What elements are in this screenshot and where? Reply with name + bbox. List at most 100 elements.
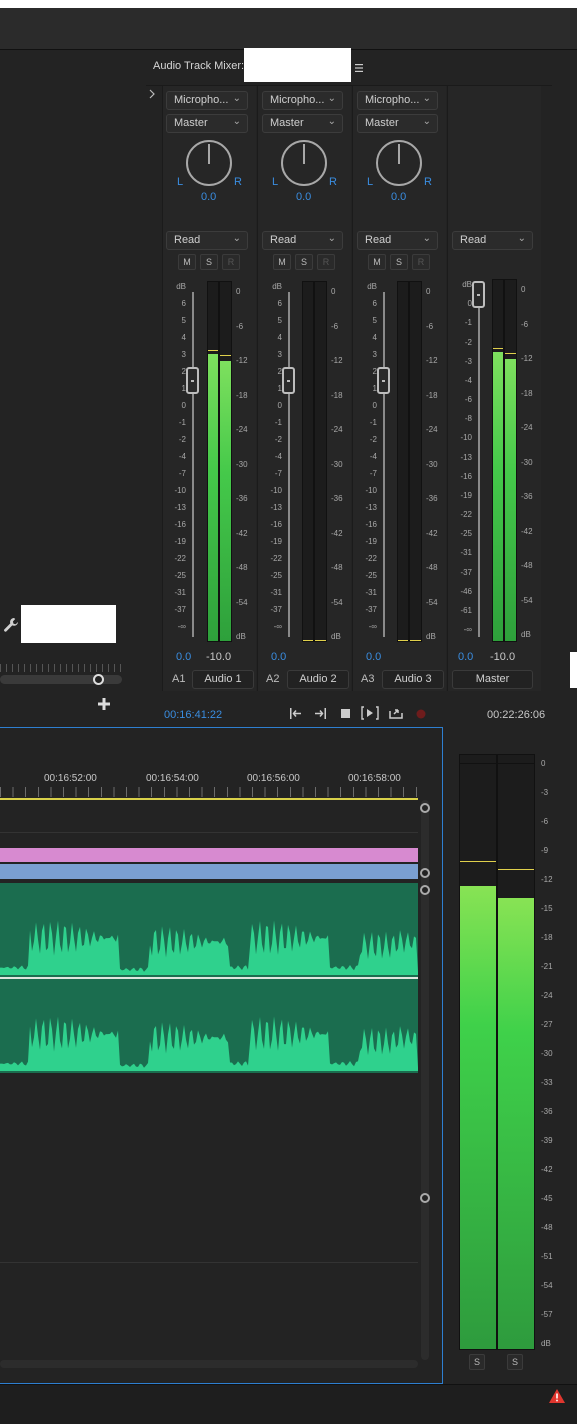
loop-icon[interactable] — [388, 706, 404, 720]
current-timecode[interactable]: 00:16:41:22 — [164, 709, 222, 721]
record-enable-button[interactable]: R — [222, 254, 240, 270]
pan-knob[interactable] — [186, 140, 232, 186]
chevron-down-icon: ⌄ — [422, 93, 431, 104]
scale-label: -22 — [174, 554, 186, 563]
warning-icon[interactable] — [548, 1388, 566, 1404]
meter-right-level — [220, 360, 231, 641]
input-select[interactable]: Micropho... ⌄ — [357, 91, 438, 110]
meter-right — [504, 279, 517, 642]
play-in-to-out-icon[interactable] — [361, 706, 379, 720]
pan-value[interactable]: 0.0 — [296, 191, 311, 203]
automation-mode-value: Read — [365, 234, 392, 246]
zoom-handle[interactable] — [93, 674, 104, 685]
peak-hold-right — [498, 869, 534, 870]
go-to-in-icon[interactable] — [289, 707, 303, 720]
app-window: Audio Track Mixer: Micropho... ⌄ Master ⌄ … — [0, 0, 577, 1424]
track-name-field[interactable]: Master — [452, 670, 533, 689]
output-select[interactable]: Master ⌄ — [357, 114, 438, 133]
work-area-bar[interactable] — [0, 798, 418, 800]
solo-button[interactable]: S — [295, 254, 313, 270]
scale-label: -61 — [460, 606, 472, 615]
video-clip-blue[interactable] — [0, 864, 418, 879]
mute-button[interactable]: M — [273, 254, 291, 270]
mute-button[interactable]: M — [368, 254, 386, 270]
scale-label: -12 — [331, 356, 343, 365]
scroll-handle-top[interactable] — [420, 803, 430, 813]
pan-value[interactable]: 0.0 — [391, 191, 406, 203]
automation-mode-select[interactable]: Read ⌄ — [452, 231, 533, 250]
input-select[interactable]: Micropho... ⌄ — [166, 91, 248, 110]
scale-label: -54 — [331, 598, 343, 607]
horizontal-scrollbar[interactable] — [0, 1360, 418, 1368]
video-clip-pink[interactable] — [0, 848, 418, 862]
plus-icon[interactable] — [97, 697, 111, 711]
solo-right-button[interactable]: S — [507, 1354, 523, 1370]
wrench-icon[interactable] — [3, 617, 19, 633]
scale-label: 0 — [521, 285, 526, 294]
input-select[interactable]: Micropho... ⌄ — [262, 91, 343, 110]
scale-label: -33 — [541, 1078, 553, 1087]
fader-scale: dB 6 5 4 3 2 1 0 -1 -2 -4 -7 -10 -13 -16 -19 -22 -25 -31 -3… — [266, 283, 282, 633]
top-toolbar — [0, 8, 577, 50]
vertical-scrollbar[interactable] — [421, 800, 429, 1360]
go-to-out-icon[interactable] — [313, 707, 327, 720]
pan-knob[interactable] — [376, 140, 422, 186]
mute-button[interactable]: M — [178, 254, 196, 270]
master-fader-scale: dB 0 -1 -2 -3 -4 -6 -8 -10 -13 -16 -19 -22 -25 -31 -37 -… — [456, 281, 472, 634]
automation-mode-select[interactable]: Read ⌄ — [166, 231, 248, 250]
scale-label: 0 — [467, 299, 472, 308]
pan-knob[interactable] — [281, 140, 327, 186]
scale-label: -7 — [369, 469, 377, 478]
volume-value[interactable]: 0.0 — [366, 651, 381, 663]
meter-scale: 0 -6 -12 -18 -24 -30 -36 -42 -48 -54 dB — [236, 287, 254, 641]
record-enable-button[interactable]: R — [412, 254, 430, 270]
scale-label: -36 — [541, 1107, 553, 1116]
scale-label: 1 — [277, 384, 282, 393]
time-ruler-ticks — [0, 787, 418, 797]
scroll-handle[interactable] — [420, 1193, 430, 1203]
track-name-field[interactable]: Audio 1 — [192, 670, 254, 689]
output-select[interactable]: Master ⌄ — [262, 114, 343, 133]
solo-button[interactable]: S — [200, 254, 218, 270]
solo-button[interactable]: S — [390, 254, 408, 270]
automation-mode-select[interactable]: Read ⌄ — [262, 231, 343, 250]
fader-scale: dB 6 5 4 3 2 1 0 -1 -2 -4 -7 -10 -13 -16 -19 -22 -25 -31 -3… — [361, 283, 377, 633]
volume-value[interactable]: 0.0 — [271, 651, 286, 663]
volume-value[interactable]: 0.0 — [458, 651, 473, 663]
volume-fader[interactable] — [377, 367, 390, 394]
automation-mode-value: Read — [270, 234, 297, 246]
output-select-value: Master — [270, 117, 304, 129]
automation-mode-select[interactable]: Read ⌄ — [357, 231, 438, 250]
record-icon[interactable] — [416, 709, 426, 719]
scroll-handle[interactable] — [420, 885, 430, 895]
scroll-handle[interactable] — [420, 868, 430, 878]
record-enable-button[interactable]: R — [317, 254, 335, 270]
track-name-field[interactable]: Audio 2 — [287, 670, 349, 689]
scale-label: 0 — [236, 287, 241, 296]
scale-label: -31 — [174, 588, 186, 597]
chevron-down-icon: ⌄ — [422, 233, 431, 244]
solo-left-button[interactable]: S — [469, 1354, 485, 1370]
pan-value[interactable]: 0.0 — [201, 191, 216, 203]
volume-fader[interactable] — [282, 367, 295, 394]
scale-label: dB — [426, 632, 436, 641]
scale-label: 2 — [372, 367, 377, 376]
track-name-field[interactable]: Audio 3 — [382, 670, 444, 689]
scale-label: -42 — [331, 529, 343, 538]
hamburger-icon[interactable] — [355, 63, 363, 72]
scale-label: dB — [272, 282, 282, 291]
scale-label: -30 — [236, 460, 248, 469]
pan-right-label: R — [234, 176, 242, 188]
chevron-right-icon[interactable] — [148, 89, 156, 99]
scale-label: -31 — [365, 588, 377, 597]
stop-icon[interactable] — [340, 708, 351, 719]
scale-label: -48 — [426, 563, 438, 572]
output-select-value: Master — [174, 117, 208, 129]
volume-fader[interactable] — [186, 367, 199, 394]
scale-label: -4 — [464, 376, 472, 385]
audio-clip[interactable] — [0, 883, 418, 1073]
output-select[interactable]: Master ⌄ — [166, 114, 248, 133]
volume-value[interactable]: 0.0 — [176, 651, 191, 663]
master-meter-left-level — [460, 885, 496, 1349]
master-volume-fader[interactable] — [472, 281, 485, 308]
